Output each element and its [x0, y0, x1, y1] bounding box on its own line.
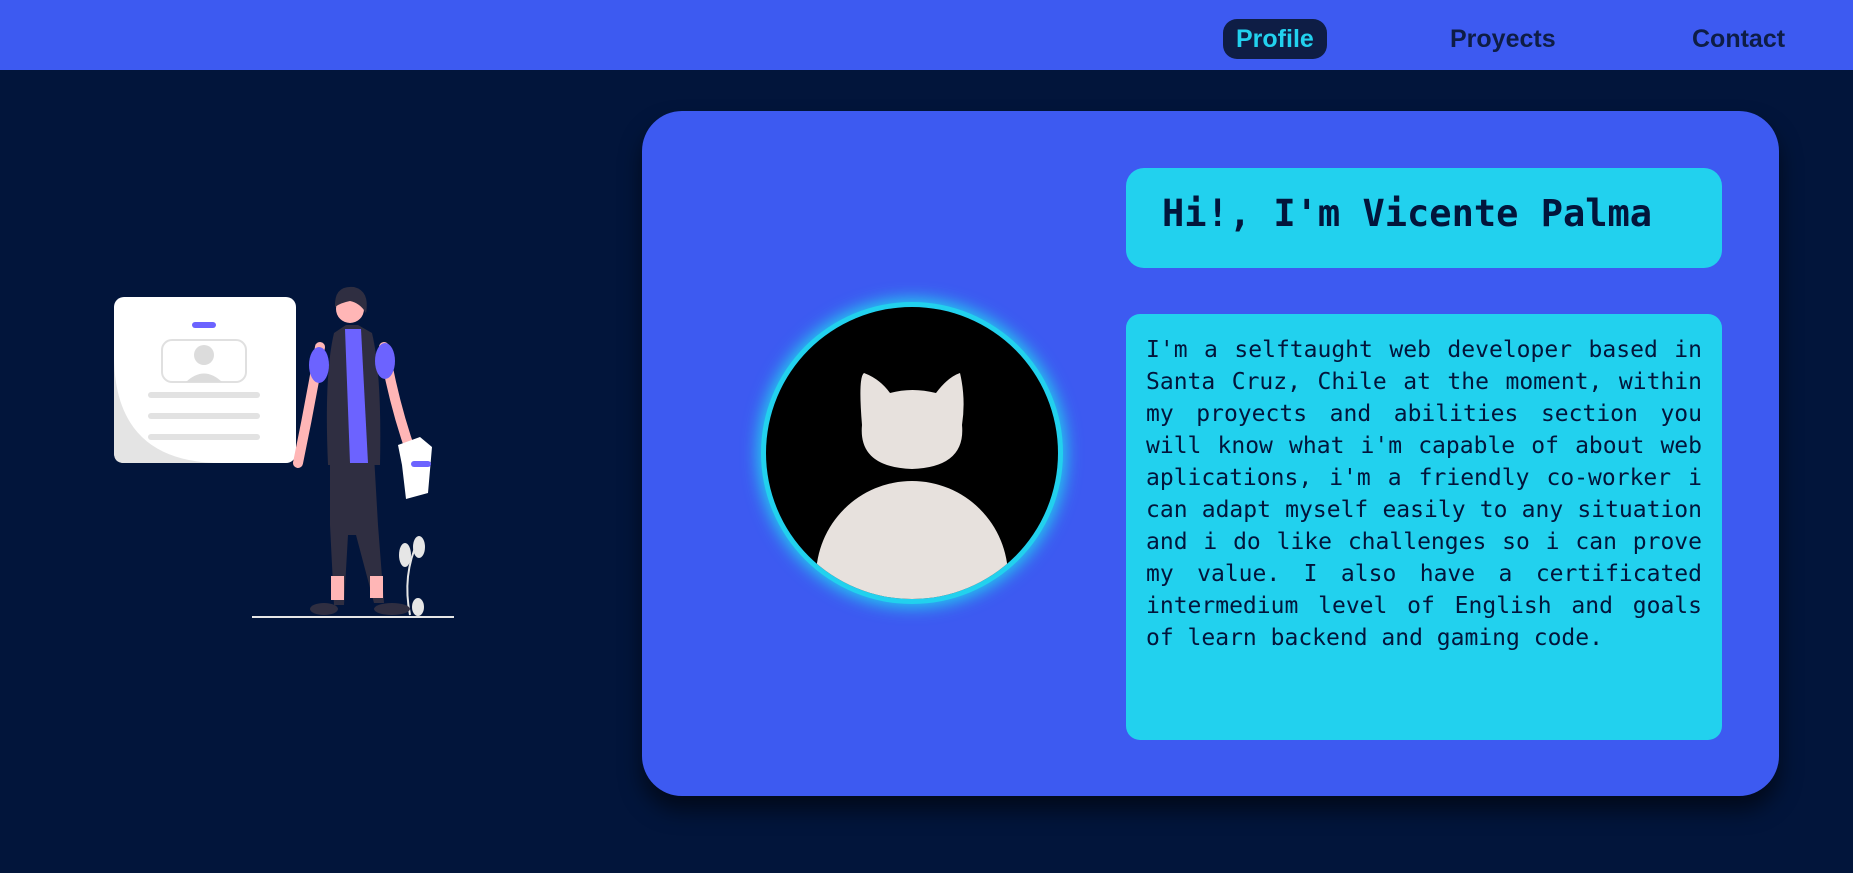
bio-box: I'm a selftaught web developer based in …	[1126, 314, 1722, 740]
person-with-profile-card-icon	[112, 285, 462, 621]
nav-link-profile[interactable]: Profile	[1223, 19, 1327, 59]
bio-text: I'm a selftaught web developer based in …	[1146, 337, 1702, 651]
profile-card: Hi!, I'm Vicente Palma I'm a selftaught …	[642, 111, 1779, 796]
nav-link-proyects[interactable]: Proyects	[1450, 19, 1556, 59]
greeting-box: Hi!, I'm Vicente Palma	[1126, 168, 1722, 268]
greeting-title: Hi!, I'm Vicente Palma	[1162, 192, 1653, 235]
github-cat-avatar-icon	[766, 307, 1058, 599]
nav-link-contact[interactable]: Contact	[1692, 19, 1785, 59]
avatar	[761, 302, 1063, 604]
navbar: Profile Proyects Contact	[0, 0, 1853, 70]
